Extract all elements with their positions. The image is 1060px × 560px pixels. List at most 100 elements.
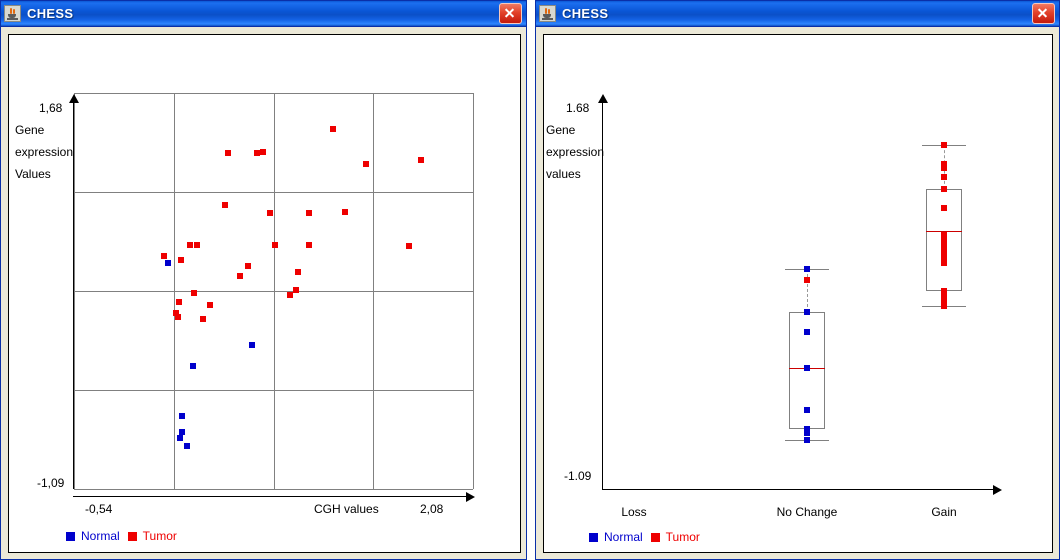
data-point-tumor (418, 157, 425, 164)
data-point-normal (804, 437, 810, 444)
data-point-tumor (363, 161, 370, 168)
x-axis-arrow (466, 492, 475, 502)
y-axis-title-line: Values (15, 167, 51, 181)
category-label-gain: Gain (931, 505, 957, 519)
data-point-normal (804, 265, 810, 272)
data-point-normal (804, 406, 810, 413)
java-coffee-cup-icon (4, 5, 21, 22)
chart-legend: Normal Tumor (589, 530, 700, 544)
data-point-tumor (342, 208, 349, 215)
close-icon[interactable] (499, 3, 522, 24)
data-point-normal (183, 443, 190, 450)
data-point-normal (249, 341, 256, 348)
y-axis-arrow (598, 94, 608, 103)
data-point-tumor (305, 210, 312, 217)
chart-legend: Normal Tumor (66, 529, 177, 543)
data-point-tumor (941, 260, 947, 267)
legend-swatch-normal (589, 532, 598, 542)
y-axis-title-line: Gene (546, 123, 576, 137)
data-point-tumor (941, 165, 947, 172)
data-point-tumor (244, 262, 251, 269)
x-axis-min-label: -0,54 (85, 502, 113, 516)
data-point-tumor (941, 173, 947, 180)
data-point-normal (189, 363, 196, 370)
gridline-horizontal (74, 390, 473, 391)
data-point-normal (804, 430, 810, 437)
data-point-tumor (259, 148, 266, 155)
data-point-tumor (804, 276, 810, 283)
y-axis-line (73, 103, 74, 489)
window-chess-boxplot: CHESS 1.68 -1.09 Gene expression values Loss N… (535, 0, 1060, 560)
titlebar-left[interactable]: CHESS (1, 1, 526, 27)
category-label-no-change: No Change (776, 505, 838, 519)
data-point-tumor (941, 186, 947, 193)
screen: CHESS 1,68 -1,09 -0,54 2,08 CGH values Gene ex… (0, 0, 1060, 560)
x-axis-max-label: 2,08 (420, 502, 444, 516)
data-point-tumor (253, 150, 260, 157)
gridline-horizontal (74, 192, 473, 193)
data-point-tumor (941, 141, 947, 148)
legend-label-tumor: Tumor (142, 529, 177, 543)
gridline-horizontal (74, 291, 473, 292)
y-axis-min-label: -1.09 (564, 469, 592, 483)
window-title-right: CHESS (562, 6, 609, 21)
data-point-tumor (406, 242, 413, 249)
category-label-loss: Loss (621, 505, 647, 519)
x-axis-title: CGH values (314, 502, 379, 516)
x-axis-line (602, 489, 994, 490)
data-point-tumor (186, 241, 193, 248)
data-point-normal (176, 434, 183, 441)
data-point-tumor (941, 303, 947, 310)
data-point-tumor (236, 272, 243, 279)
data-point-tumor (194, 241, 201, 248)
data-point-normal (804, 309, 810, 316)
data-point-normal (179, 413, 186, 420)
gridline-horizontal (74, 489, 473, 490)
y-axis-title-line: expression (546, 145, 605, 159)
legend-label-tumor: Tumor (665, 530, 700, 544)
data-point-tumor (191, 290, 198, 297)
data-point-tumor (941, 204, 947, 211)
whisker-upper (807, 268, 808, 312)
window-chess-scatter: CHESS 1,68 -1,09 -0,54 2,08 CGH values Gene ex… (0, 0, 527, 560)
data-point-normal (165, 260, 172, 267)
y-axis-max-label: 1,68 (39, 101, 63, 115)
y-axis-arrow (69, 94, 79, 103)
legend-item-normal: Normal (589, 530, 643, 544)
legend-swatch-tumor (650, 532, 660, 542)
data-point-tumor (174, 314, 181, 321)
data-point-tumor (287, 291, 294, 298)
scatter-chart-panel: 1,68 -1,09 -0,54 2,08 CGH values Gene expressi… (8, 34, 521, 553)
legend-label-normal: Normal (81, 529, 120, 543)
gridline-horizontal (74, 93, 473, 94)
data-point-normal (804, 328, 810, 335)
data-point-tumor (305, 241, 312, 248)
x-axis-line (73, 496, 467, 497)
y-axis-max-label: 1.68 (566, 101, 590, 115)
boxplot-chart-panel: 1.68 -1.09 Gene expression values Loss No Chan… (543, 34, 1053, 553)
data-point-tumor (267, 210, 274, 217)
titlebar-right[interactable]: CHESS (536, 1, 1059, 27)
x-axis-arrow (993, 485, 1002, 495)
legend-item-tumor: Tumor (127, 529, 177, 543)
close-icon[interactable] (1032, 3, 1055, 24)
legend-swatch-normal (66, 531, 75, 541)
data-point-tumor (294, 268, 301, 275)
java-coffee-cup-icon (539, 5, 556, 22)
data-point-normal (804, 364, 810, 371)
legend-swatch-tumor (127, 531, 137, 541)
legend-item-tumor: Tumor (650, 530, 700, 544)
legend-label-normal: Normal (604, 530, 643, 544)
data-point-tumor (206, 301, 213, 308)
data-point-tumor (221, 201, 228, 208)
legend-item-normal: Normal (66, 529, 120, 543)
window-title-left: CHESS (27, 6, 74, 21)
y-axis-title-line: values (546, 167, 581, 181)
data-point-tumor (272, 241, 279, 248)
y-axis-line (602, 103, 603, 489)
data-point-tumor (176, 298, 183, 305)
y-axis-title-line: Gene (15, 123, 45, 137)
data-point-tumor (329, 125, 336, 132)
y-axis-title-line: expression (15, 145, 74, 159)
y-axis-min-label: -1,09 (37, 476, 65, 490)
